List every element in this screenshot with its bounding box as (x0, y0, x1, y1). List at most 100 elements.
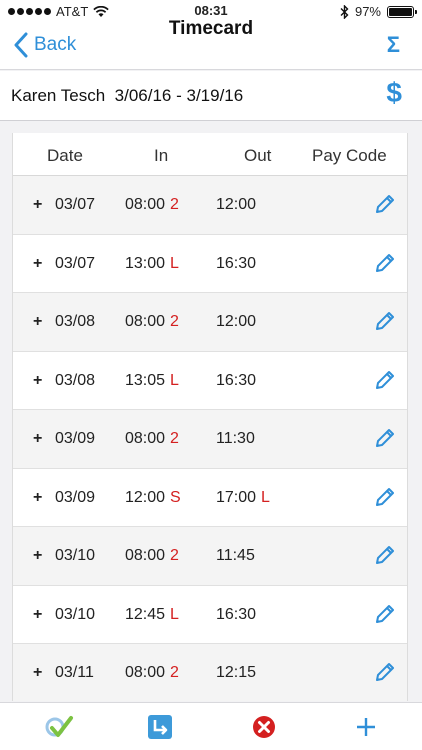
row-in-code: 2 (170, 547, 179, 564)
dollar-icon[interactable]: $ (386, 77, 402, 109)
table-row[interactable]: +03/08 08:00 2 12:00 (13, 293, 407, 352)
table-row[interactable]: +03/09 12:00 S 17:00 L (13, 469, 407, 527)
transfer-arrow-icon[interactable] (145, 712, 175, 742)
row-out: 11:45 (216, 547, 255, 564)
row-in: 13:00 (125, 254, 166, 272)
timecard-table: Date In Out Pay Code +03/07 08:00 2 12:00 +0… (12, 133, 408, 701)
row-out-group: 12:00 (216, 196, 261, 214)
row-date: 03/11 (55, 664, 94, 681)
row-out: 12:00 (216, 196, 257, 213)
row-out: 11:30 (216, 430, 255, 447)
row-out: 17:00 (216, 488, 257, 506)
row-date: 03/10 (55, 605, 96, 623)
employee-period: Karen Tesch 3/06/16 - 3/19/16 (11, 86, 243, 106)
table-row[interactable]: +03/07 13:00 L 16:30 (13, 235, 407, 293)
row-date: 03/09 (55, 430, 96, 447)
row-in: 08:00 (125, 664, 166, 681)
approve-check-icon[interactable] (44, 712, 74, 742)
row-date: 03/08 (55, 313, 96, 330)
expand-plus-icon[interactable]: + (33, 547, 42, 565)
row-out: 16:30 (216, 254, 257, 272)
row-in-code: S (170, 488, 181, 506)
column-pay-code: Pay Code (312, 146, 387, 165)
table-row[interactable]: +03/10 08:00 2 11:45 (13, 527, 407, 586)
back-button[interactable]: Back (14, 32, 76, 58)
edit-pencil-icon[interactable] (373, 309, 397, 333)
row-in-group: 08:00 2 (125, 196, 179, 214)
row-in: 12:00 (125, 488, 166, 506)
edit-pencil-icon[interactable] (373, 426, 397, 450)
row-out-group: 16:30 (216, 606, 261, 624)
table-row[interactable]: +03/08 13:05 L 16:30 (13, 352, 407, 410)
delete-x-icon[interactable] (249, 712, 279, 742)
expand-plus-icon[interactable]: + (33, 606, 42, 624)
row-in-group: 12:45 L (125, 606, 179, 624)
expand-plus-icon[interactable]: + (33, 430, 42, 448)
expand-plus-icon[interactable]: + (33, 489, 42, 507)
row-in: 08:00 (125, 430, 166, 447)
row-date: 03/08 (55, 371, 96, 389)
column-date: Date (47, 146, 83, 165)
row-in-group: 08:00 2 (125, 664, 179, 682)
row-date: 03/09 (55, 488, 96, 506)
table-row[interactable]: +03/11 08:00 2 12:15 (13, 644, 407, 701)
nav-bar: Timecard Back Σ (0, 18, 422, 70)
row-out-group: 17:00 L (216, 489, 270, 507)
table-row[interactable]: +03/07 08:00 2 12:00 (13, 176, 407, 235)
expand-plus-icon[interactable]: + (33, 255, 42, 273)
row-date: 03/07 (55, 254, 96, 272)
row-in: 08:00 (125, 547, 166, 564)
row-out-group: 11:30 (216, 430, 260, 448)
row-in: 12:45 (125, 605, 166, 623)
status-right: 97% (340, 4, 417, 19)
row-in-group: 13:05 L (125, 372, 179, 390)
row-in-code: 2 (170, 664, 179, 681)
battery-percent: 97% (354, 4, 381, 19)
expand-plus-icon[interactable]: + (33, 664, 42, 682)
row-out: 12:15 (216, 664, 257, 681)
expand-plus-icon[interactable]: + (33, 196, 42, 214)
battery-icon (387, 5, 417, 18)
edit-pencil-icon[interactable] (373, 602, 397, 626)
table-header: Date In Out Pay Code (13, 133, 407, 176)
employee-name: Karen Tesch (11, 86, 106, 105)
row-in-group: 12:00 S (125, 489, 181, 507)
row-out-group: 11:45 (216, 547, 260, 565)
edit-pencil-icon[interactable] (373, 368, 397, 392)
table-body: +03/07 08:00 2 12:00 +03/07 13:00 L 16:30 +03/08… (13, 176, 407, 701)
column-in: In (154, 146, 169, 165)
summary-sigma-icon[interactable]: Σ (387, 32, 400, 58)
pay-period: 3/06/16 - 3/19/16 (114, 86, 244, 105)
row-in-code: 2 (170, 196, 179, 213)
edit-pencil-icon[interactable] (373, 485, 397, 509)
edit-pencil-icon[interactable] (373, 192, 397, 216)
row-in: 08:00 (125, 313, 166, 330)
add-plus-icon[interactable] (351, 712, 381, 742)
row-out-group: 16:30 (216, 372, 261, 390)
row-in-group: 08:00 2 (125, 313, 179, 331)
edit-pencil-icon[interactable] (373, 543, 397, 567)
bottom-toolbar (0, 702, 422, 750)
edit-pencil-icon[interactable] (373, 660, 397, 684)
row-in: 08:00 (125, 196, 166, 213)
row-in-group: 08:00 2 (125, 430, 179, 448)
row-out: 12:00 (216, 313, 257, 330)
row-date: 03/10 (55, 547, 96, 564)
table-row[interactable]: +03/09 08:00 2 11:30 (13, 410, 407, 469)
expand-plus-icon[interactable]: + (33, 313, 42, 331)
row-in-group: 13:00 L (125, 255, 179, 273)
row-date: 03/07 (55, 196, 96, 213)
row-out: 16:30 (216, 371, 257, 389)
table-row[interactable]: +03/10 12:45 L 16:30 (13, 586, 407, 644)
row-out-group: 16:30 (216, 255, 261, 273)
column-out: Out (244, 146, 272, 165)
back-label: Back (34, 34, 77, 55)
bluetooth-icon (340, 4, 349, 19)
row-in: 13:05 (125, 371, 166, 389)
row-in-code: 2 (170, 313, 179, 330)
expand-plus-icon[interactable]: + (33, 372, 42, 390)
row-out: 16:30 (216, 605, 257, 623)
chevron-left-icon (14, 32, 28, 58)
row-out-group: 12:00 (216, 313, 261, 331)
edit-pencil-icon[interactable] (373, 251, 397, 275)
